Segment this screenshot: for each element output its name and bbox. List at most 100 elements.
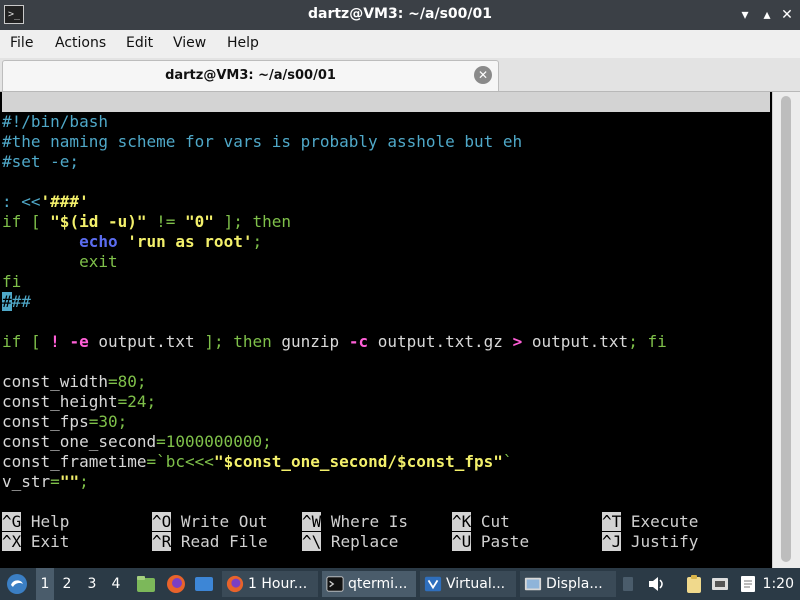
- help-where-is[interactable]: ^W Where Is: [302, 512, 408, 532]
- arg-output2: output.txt: [522, 332, 629, 351]
- menu-file[interactable]: File: [10, 35, 33, 51]
- shortcut-label: Exit: [30, 532, 70, 551]
- tab-bar: dartz@VM3: ~/a/s00/01 ✕: [0, 58, 800, 92]
- task-qterminal[interactable]: qtermi...: [322, 571, 416, 597]
- code-line-8: exit: [2, 252, 118, 272]
- show-desktop-icon[interactable]: [194, 574, 214, 594]
- help-replace[interactable]: ^\ Replace: [302, 532, 398, 552]
- kw-fi: ; fi: [628, 332, 667, 351]
- shortcut-label: Help: [30, 512, 70, 531]
- tray-collapse-icon[interactable]: [622, 574, 634, 594]
- var-value: =1000000000;: [156, 432, 272, 451]
- var-name: const_width: [2, 372, 108, 391]
- menu-help[interactable]: Help: [227, 35, 259, 51]
- help-write-out[interactable]: ^O Write Out: [152, 512, 268, 532]
- tab-label: dartz@VM3: ~/a/s00/01: [165, 68, 336, 83]
- shortcut-key: ^G: [2, 512, 22, 531]
- str-run-as-root: 'run as root': [127, 232, 253, 251]
- workspace-3[interactable]: 3: [83, 568, 101, 600]
- str-empty: "": [59, 472, 80, 491]
- code-line-18: const_frametime=`bc<<<"$const_one_second…: [2, 452, 513, 472]
- arg-output: output.txt: [88, 332, 205, 351]
- start-menu-icon[interactable]: [6, 573, 28, 595]
- code-line-1: #!/bin/bash: [2, 112, 108, 131]
- code-line-16: const_fps=30;: [2, 412, 127, 432]
- shortcut-key: ^K: [452, 512, 472, 531]
- workspace-1[interactable]: 1: [36, 568, 54, 600]
- text-cursor: #: [2, 292, 12, 311]
- help-execute[interactable]: ^T Execute: [602, 512, 698, 532]
- window-title: dartz@VM3: ~/a/s00/01: [307, 6, 492, 22]
- scrollbar-thumb[interactable]: [781, 96, 791, 562]
- network-icon[interactable]: [710, 574, 730, 594]
- shortcut-key: ^J: [602, 532, 622, 551]
- kw-if: if [: [2, 332, 51, 351]
- help-justify[interactable]: ^J Justify: [602, 532, 698, 552]
- code-line-9: fi: [2, 272, 22, 291]
- help-cut[interactable]: ^K Cut: [452, 512, 510, 532]
- firefox-icon: [226, 575, 244, 593]
- shortcut-key: ^W: [302, 512, 322, 531]
- code-line-10: ###: [2, 292, 31, 312]
- minimize-button[interactable]: ▾: [736, 6, 754, 24]
- heredoc-tag: '###': [40, 192, 89, 211]
- clipboard-icon[interactable]: [684, 574, 704, 594]
- tab-close-icon[interactable]: ✕: [474, 66, 492, 84]
- var-value: =30;: [88, 412, 128, 431]
- cmd-gunzip: gunzip: [271, 332, 349, 351]
- terminal-icon: [326, 576, 344, 592]
- task-virtualbox[interactable]: Virtual...: [420, 571, 516, 597]
- workspace-4[interactable]: 4: [107, 568, 125, 600]
- str-zero: "0": [185, 212, 214, 231]
- var-value: =24;: [117, 392, 157, 411]
- code-line-14: const_width=80;: [2, 372, 147, 392]
- task-label: Displa...: [546, 576, 603, 592]
- shortcut-key: ^\: [302, 532, 322, 551]
- var-name: const_height: [2, 392, 118, 411]
- workspace-2[interactable]: 2: [58, 568, 76, 600]
- terminal-tab[interactable]: dartz@VM3: ~/a/s00/01 ✕: [2, 60, 499, 91]
- help-exit[interactable]: ^X Exit: [2, 532, 69, 552]
- help-help[interactable]: ^G Help: [2, 512, 69, 532]
- menu-view[interactable]: View: [173, 35, 206, 51]
- heredoc-end: ##: [11, 292, 31, 311]
- op-not: !: [50, 332, 60, 351]
- task-display[interactable]: Displa...: [520, 571, 616, 597]
- shortcut-label: Paste: [480, 532, 530, 551]
- flag-e: -e: [69, 332, 89, 351]
- notes-icon[interactable]: [738, 574, 758, 594]
- var-name: v_str: [2, 472, 51, 491]
- var-name: const_frametime: [2, 452, 147, 471]
- maximize-button[interactable]: ▴: [758, 6, 776, 24]
- menu-edit[interactable]: Edit: [126, 35, 153, 51]
- clock[interactable]: 1:20: [763, 568, 794, 600]
- shortcut-label: Write Out: [180, 512, 268, 531]
- code-line-12: if [ ! -e output.txt ]; then gunzip -c o…: [2, 332, 667, 352]
- volume-icon[interactable]: [646, 574, 666, 594]
- terminal-area[interactable]: GNU nano 5.6.1 render.sh #!/bin/bash #th…: [0, 92, 772, 568]
- terminal-scrollbar[interactable]: [772, 92, 800, 568]
- builtin-echo: echo: [79, 232, 118, 251]
- op-ne: !=: [146, 212, 186, 231]
- shortcut-label: Replace: [330, 532, 399, 551]
- menu-actions[interactable]: Actions: [55, 35, 106, 51]
- shortcut-key: ^U: [452, 532, 472, 551]
- semicolon: ;: [252, 232, 263, 251]
- virtualbox-icon: [424, 576, 442, 592]
- close-window-button[interactable]: ✕: [778, 6, 796, 24]
- help-read-file[interactable]: ^R Read File: [152, 532, 268, 552]
- file-manager-icon[interactable]: [136, 574, 156, 594]
- code-line-15: const_height=24;: [2, 392, 156, 412]
- shortcut-key: ^R: [152, 532, 172, 551]
- str-expr: "$const_one_second/$const_fps": [213, 452, 503, 471]
- shortcut-key: ^T: [602, 512, 622, 531]
- code-line-3: #set -e;: [2, 152, 80, 171]
- task-firefox[interactable]: 1 Hour...: [222, 571, 318, 597]
- code-line-19: v_str="";: [2, 472, 89, 492]
- help-paste[interactable]: ^U Paste: [452, 532, 529, 552]
- firefox-icon[interactable]: [166, 574, 186, 594]
- menu-bar: File Actions Edit View Help: [0, 30, 800, 58]
- task-label: qtermi...: [348, 576, 408, 592]
- op-assign: =: [50, 472, 60, 491]
